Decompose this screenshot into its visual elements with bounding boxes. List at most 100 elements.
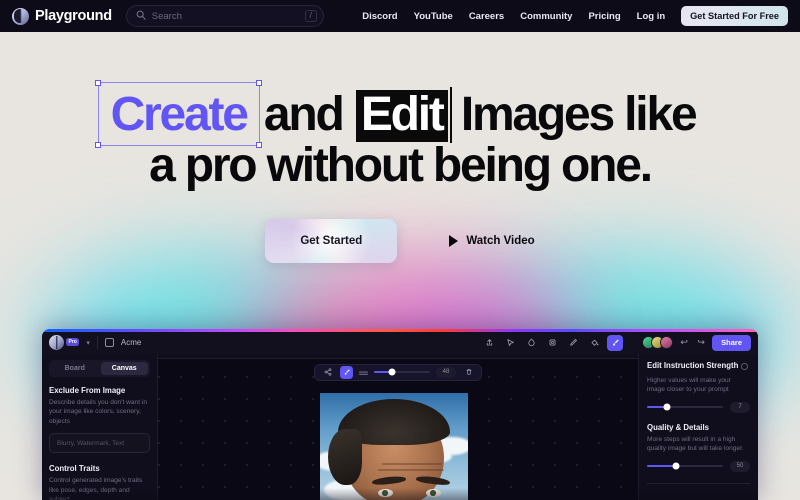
brush-icon[interactable] xyxy=(340,365,353,379)
edit-strength-slider[interactable] xyxy=(647,403,723,411)
iris xyxy=(430,490,436,496)
tab-board[interactable]: Board xyxy=(51,362,99,375)
exclude-input[interactable]: Blurry, Watermark, Text xyxy=(49,433,150,454)
document-icon xyxy=(104,338,114,347)
text-caret xyxy=(449,87,452,143)
selection-handle-top-left[interactable] xyxy=(95,79,102,86)
brand-name: Playground xyxy=(35,8,112,24)
quality-slider-row: 50 xyxy=(647,460,750,472)
shape-icon[interactable] xyxy=(523,335,539,351)
search-icon xyxy=(136,7,146,25)
section-description: More steps will result in a high quality… xyxy=(647,435,744,453)
hero-section: Create and Edit Images like a pro withou… xyxy=(0,32,800,500)
upload-icon[interactable] xyxy=(481,335,497,351)
forehead-line xyxy=(378,468,444,471)
headline-line-1: Create and Edit Images like xyxy=(0,79,800,149)
search-input[interactable]: Search / xyxy=(125,5,324,27)
quality-details-section: Quality & Details More steps will result… xyxy=(647,423,750,472)
headline-word-and: and xyxy=(263,88,345,141)
eyebrow-left xyxy=(371,474,407,486)
app-tool-group xyxy=(481,334,624,351)
section-description: Higher values will make your image close… xyxy=(647,376,731,394)
watch-video-label: Watch Video xyxy=(466,235,535,248)
top-navigation-bar: Playground Search / Discord YouTube Care… xyxy=(0,0,800,32)
brush-icon[interactable] xyxy=(607,334,624,351)
crop-icon[interactable] xyxy=(544,335,560,351)
nav-link-login[interactable]: Log in xyxy=(637,11,666,22)
nav-link-discord[interactable]: Discord xyxy=(362,11,397,22)
collaborator-avatars xyxy=(642,336,674,349)
edit-strength-value: 7 xyxy=(730,401,750,413)
nav-link-youtube[interactable]: YouTube xyxy=(414,11,453,22)
brush-size-value: 48 xyxy=(436,366,456,378)
play-icon xyxy=(449,235,459,248)
app-toolbar: Pro ▾ Acme ↩ ↪ Share xyxy=(42,331,758,354)
section-title: Quality & Details xyxy=(647,422,709,432)
hero-headline: Create and Edit Images like a pro withou… xyxy=(0,32,800,189)
iris xyxy=(382,490,388,496)
nav-link-careers[interactable]: Careers xyxy=(469,11,504,22)
nav-link-pricing[interactable]: Pricing xyxy=(588,11,620,22)
plan-badge: Pro xyxy=(66,337,80,346)
get-started-free-button[interactable]: Get Started For Free xyxy=(681,6,788,26)
trash-icon[interactable] xyxy=(462,366,475,379)
nav-links: Discord YouTube Careers Community Pricin… xyxy=(362,6,788,26)
pen-icon[interactable] xyxy=(565,335,581,351)
nose xyxy=(406,494,420,500)
redo-icon[interactable]: ↪ xyxy=(695,337,707,348)
control-traits-section: Control Traits Control generated image's… xyxy=(49,464,150,500)
brand-logo[interactable]: Playground xyxy=(12,7,112,25)
section-description: Control generated image's traits like po… xyxy=(49,477,143,500)
tab-canvas[interactable]: Canvas xyxy=(100,361,148,375)
brush-size-slider[interactable] xyxy=(374,368,430,376)
search-shortcut-badge: / xyxy=(304,10,317,22)
brush-size-icon xyxy=(359,363,368,381)
canvas-floating-toolbar: 48 xyxy=(314,363,482,381)
section-title: Exclude From Image xyxy=(49,385,126,395)
headline-line1-end: Images like xyxy=(460,88,698,141)
edit-strength-slider-row: 7 xyxy=(647,401,750,413)
app-collaboration-group: ↩ ↪ Share xyxy=(642,334,751,351)
get-started-button[interactable]: Get Started xyxy=(265,219,398,264)
document-title[interactable]: Acme xyxy=(121,338,141,347)
quality-value: 50 xyxy=(730,460,750,472)
eyebrow-right xyxy=(415,474,451,486)
section-title: Control Traits xyxy=(49,464,100,474)
slider-knob[interactable] xyxy=(672,462,680,470)
toolbar-divider xyxy=(96,336,98,349)
help-icon[interactable] xyxy=(741,363,748,370)
slider-knob[interactable] xyxy=(663,403,671,411)
hero-cta-row: Get Started Watch Video xyxy=(0,219,800,264)
canvas-artboard-image[interactable] xyxy=(320,392,468,500)
panel-tabs: Board Canvas xyxy=(49,359,150,377)
edit-instruction-strength-section: Edit Instruction Strength Higher values … xyxy=(647,361,750,413)
headline-create-text: Create xyxy=(110,88,249,141)
exclude-from-image-section: Exclude From Image Describe details you … xyxy=(49,386,150,454)
section-title: Edit Instruction Strength xyxy=(647,360,739,370)
cursor-icon[interactable] xyxy=(502,335,518,351)
fill-icon[interactable] xyxy=(586,335,602,351)
watch-video-button[interactable]: Watch Video xyxy=(449,235,535,248)
share-button[interactable]: Share xyxy=(712,334,751,351)
eye-right xyxy=(426,488,441,497)
panel-divider xyxy=(647,482,750,484)
headline-line-2: a pro without being one. xyxy=(149,138,653,192)
eye-left xyxy=(378,488,393,497)
avatar[interactable] xyxy=(660,336,674,349)
right-settings-panel: Edit Instruction Strength Higher values … xyxy=(638,353,758,500)
forehead-line xyxy=(382,462,442,465)
share-nodes-icon[interactable] xyxy=(321,366,334,379)
left-settings-panel: Board Canvas Exclude From Image Describe… xyxy=(42,353,158,500)
canvas-area[interactable]: 48 xyxy=(158,353,638,500)
nav-link-community[interactable]: Community xyxy=(520,11,572,22)
playground-logo-icon[interactable] xyxy=(49,335,64,350)
headline-word-create: Create xyxy=(95,79,263,149)
selection-handle-top-right[interactable] xyxy=(256,79,263,86)
quality-slider[interactable] xyxy=(647,462,723,470)
undo-icon[interactable]: ↩ xyxy=(678,337,690,348)
slider-knob[interactable] xyxy=(388,368,396,376)
chevron-down-icon[interactable]: ▾ xyxy=(86,339,90,347)
section-header: Edit Instruction Strength xyxy=(647,361,750,373)
portrait-hair-side xyxy=(328,428,362,485)
